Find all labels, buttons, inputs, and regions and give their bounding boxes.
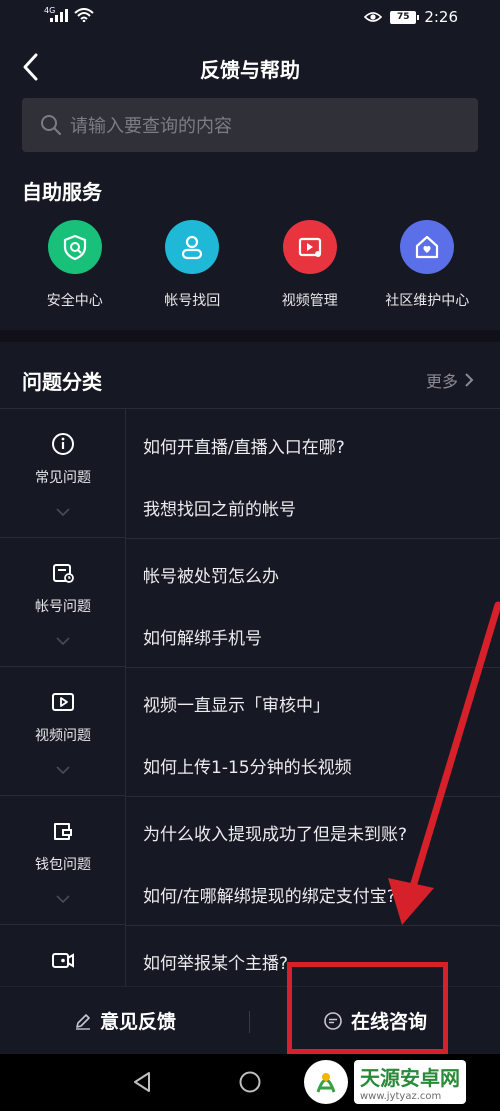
eye-icon [364,12,383,22]
annotation-highlight-box [287,962,448,1054]
status-bar: 4G 75 2:26 [0,0,500,36]
chevron-down-icon[interactable] [55,636,71,646]
chevron-down-icon[interactable] [55,765,71,775]
category-common[interactable]: 常见问题 [0,409,126,538]
question-item[interactable]: 为什么收入提现成功了但是未到账? [143,820,407,845]
play-icon [50,689,76,715]
watermark: 天源安卓网 www.jytyaz.com [304,1056,494,1108]
status-left: 4G [44,6,94,22]
divider [126,796,500,797]
section-divider [0,330,500,342]
info-icon [50,431,76,457]
watermark-url: www.jytyaz.com [360,1091,442,1102]
header: 反馈与帮助 [0,36,500,98]
more-link[interactable]: 更多 [426,368,474,392]
feedback-button[interactable]: 意见反馈 [0,1007,250,1034]
question-list: 如何开直播/直播入口在哪? 我想找回之前的帐号 帐号被处罚怎么办 如何解绑手机号… [126,409,500,986]
category-wallet[interactable]: 钱包问题 [0,796,126,925]
category-label: 钱包问题 [35,857,91,873]
clock: 2:26 [424,8,458,26]
question-item[interactable]: 如何上传1-15分钟的长视频 [143,753,352,778]
page-title: 反馈与帮助 [200,58,300,82]
self-service-list: 安全中心 帐号找回 视频管理 社区维护中心 [0,220,500,310]
watermark-text: 天源安卓网 www.jytyaz.com [354,1060,466,1104]
shield-icon [47,220,102,274]
signal-icon [46,8,68,22]
chevron-down-icon[interactable] [55,894,71,904]
category-list: 常见问题 帐号问题 视频问题 钱包问题 [0,409,126,986]
chevron-right-icon [465,373,474,387]
nav-back-icon[interactable] [130,1070,154,1094]
divider [126,538,500,539]
category-video[interactable]: 视频问题 [0,667,126,796]
wallet-icon [50,818,76,844]
chevron-down-icon[interactable] [55,507,71,517]
pencil-icon [75,1013,90,1030]
live-camera-icon [50,947,76,973]
feedback-label: 意见反馈 [99,1011,176,1033]
question-item[interactable]: 如何开直播/直播入口在哪? [143,433,345,458]
service-label: 视频管理 [281,293,338,309]
service-label: 帐号找回 [164,293,221,309]
self-service-title: 自助服务 [22,180,102,204]
wifi-icon [74,8,94,22]
category-label: 视频问题 [35,728,91,744]
watermark-logo-icon [304,1060,348,1104]
question-item[interactable]: 帐号被处罚怎么办 [143,562,279,587]
service-community-center[interactable]: 社区维护中心 [369,220,487,310]
nav-home-icon[interactable] [238,1070,262,1094]
account-card-icon [50,560,76,586]
category-live[interactable] [0,925,126,986]
service-label: 安全中心 [46,293,103,309]
service-video-management[interactable]: 视频管理 [251,220,369,310]
service-security-center[interactable]: 安全中心 [16,220,134,310]
search-placeholder: 请输入要查询的内容 [70,116,232,137]
search-icon [41,115,61,135]
question-item[interactable]: 如何举报某个主播? [143,949,288,974]
status-right: 75 2:26 [364,8,458,26]
divider [249,1011,250,1033]
search-input[interactable]: 请输入要查询的内容 [22,98,478,152]
service-label: 社区维护中心 [385,293,470,309]
service-account-recovery[interactable]: 帐号找回 [134,220,252,310]
divider [126,667,500,668]
watermark-title: 天源安卓网 [360,1066,460,1090]
category-panel: 常见问题 帐号问题 视频问题 钱包问题 如何开直播/直播入口在哪? 我想找回之前… [0,408,500,986]
category-label: 常见问题 [35,470,91,486]
divider [126,925,500,926]
category-label: 帐号问题 [35,599,91,615]
question-item[interactable]: 如何/在哪解绑提现的绑定支付宝? [143,882,396,907]
categories-title: 问题分类 [22,370,102,394]
video-manage-icon [282,220,337,274]
question-item[interactable]: 视频一直显示「审核中」 [143,691,330,716]
home-heart-icon [400,220,455,274]
question-item[interactable]: 我想找回之前的帐号 [143,495,296,520]
more-label: 更多 [425,372,458,391]
battery-icon: 75 [390,10,420,24]
question-item[interactable]: 如何解绑手机号 [143,624,262,649]
category-account[interactable]: 帐号问题 [0,538,126,667]
user-icon [165,220,220,274]
